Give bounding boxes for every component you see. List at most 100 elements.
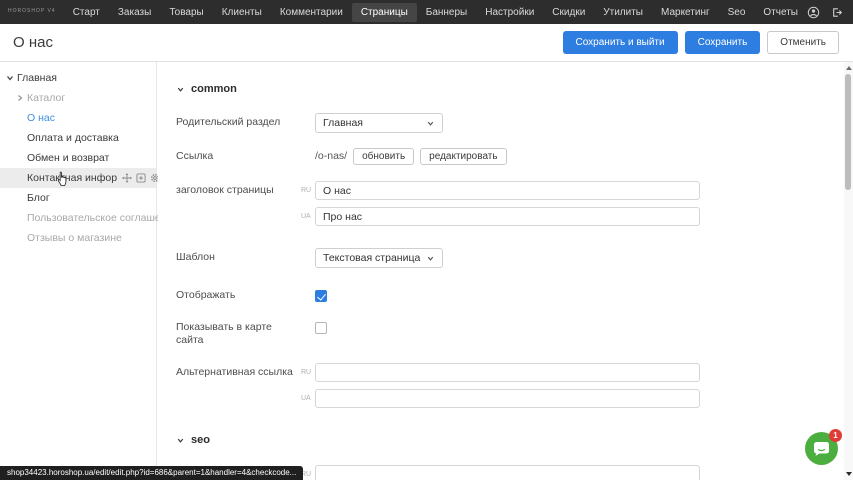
section-seo-title: seo bbox=[191, 434, 210, 446]
tree-item-label: Обмен и возврат bbox=[27, 152, 109, 164]
menu-item-utilities[interactable]: Утилиты bbox=[594, 3, 652, 22]
section-seo-header[interactable]: seo bbox=[176, 433, 844, 447]
link-value: /o-nas/ bbox=[315, 150, 347, 162]
page-title-ua-row: UA bbox=[176, 207, 844, 227]
alt-link-ua-row: UA bbox=[176, 389, 844, 409]
tree-item-label: Отзывы о магазине bbox=[27, 232, 122, 244]
alt-link-ua-input[interactable] bbox=[315, 389, 700, 408]
account-icon[interactable] bbox=[807, 6, 820, 19]
tree-item-o-nas[interactable]: О нас bbox=[0, 108, 156, 128]
move-icon[interactable] bbox=[122, 173, 132, 183]
page-title-ru-input[interactable] bbox=[315, 181, 700, 200]
template-select[interactable]: Текстовая страница bbox=[315, 248, 443, 268]
logo-version: HOROSHOP V4 bbox=[8, 9, 58, 14]
tree-item-oplata[interactable]: Оплата и доставка bbox=[0, 128, 156, 148]
parent-section-row: Родительский раздел Главная bbox=[176, 113, 844, 133]
main-menu: Старт Заказы Товары Клиенты Комментарии … bbox=[64, 3, 807, 22]
parent-section-label: Родительский раздел bbox=[176, 113, 301, 132]
link-edit-button[interactable]: редактировать bbox=[420, 148, 506, 165]
link-update-button[interactable]: обновить bbox=[353, 148, 414, 165]
menu-item-clients[interactable]: Клиенты bbox=[213, 3, 271, 22]
sitemap-label: Показывать в карте сайта bbox=[176, 321, 301, 347]
chat-widget-button[interactable]: 1 bbox=[805, 432, 838, 465]
app-window: HOROSHOP V4 shop34423.horoshop.ua Старт … bbox=[0, 0, 853, 480]
tree-item-label: Пользовательское соглашение bbox=[27, 212, 178, 224]
menu-item-products[interactable]: Товары bbox=[160, 3, 212, 22]
tree-item-otzyvy[interactable]: Отзывы о магазине bbox=[0, 228, 156, 248]
menu-item-seo[interactable]: Seo bbox=[719, 3, 755, 22]
topbar-right-icons bbox=[807, 6, 843, 19]
alt-link-label: Альтернативная ссылка bbox=[176, 363, 301, 382]
section-common-header[interactable]: common bbox=[176, 82, 844, 96]
save-button[interactable]: Сохранить bbox=[685, 31, 761, 54]
status-url: shop34423.horoshop.ua/edit/edit.php?id=6… bbox=[7, 468, 296, 477]
scroll-up-arrow[interactable] bbox=[846, 66, 852, 70]
menu-item-marketing[interactable]: Маркетинг bbox=[652, 3, 719, 22]
page-title-ua-input[interactable] bbox=[315, 207, 700, 226]
logo-shop-domain: shop34423.horoshop.ua bbox=[158, 62, 844, 82]
template-value: Текстовая страница bbox=[323, 252, 426, 264]
parent-section-value: Главная bbox=[323, 117, 426, 129]
pages-tree-sidebar: Главная Каталог О нас Оплата и доставка … bbox=[0, 62, 157, 480]
chat-bubble-icon bbox=[812, 440, 831, 457]
scrollbar-thumb[interactable] bbox=[845, 74, 851, 190]
alt-link-ru-row: Альтернативная ссылка RU bbox=[176, 363, 844, 383]
logout-icon[interactable] bbox=[830, 6, 843, 19]
menu-item-settings[interactable]: Настройки bbox=[476, 3, 543, 22]
header-actions: Сохранить и выйти Сохранить Отменить bbox=[563, 31, 840, 54]
tree-item-kontaktnaya[interactable]: Контактная инфор bbox=[0, 168, 156, 188]
sitemap-checkbox[interactable] bbox=[315, 322, 327, 334]
link-label: Ссылка bbox=[176, 147, 301, 166]
parent-section-select[interactable]: Главная bbox=[315, 113, 443, 133]
tree-item-label: Оплата и доставка bbox=[27, 132, 119, 144]
cancel-button[interactable]: Отменить bbox=[767, 31, 839, 54]
lang-ru-badge: RU bbox=[301, 181, 315, 201]
vertical-scrollbar[interactable] bbox=[844, 62, 853, 480]
chevron-right-icon[interactable] bbox=[15, 93, 25, 103]
display-label: Отображать bbox=[176, 289, 301, 302]
page-title: О нас bbox=[13, 34, 53, 51]
page-edit-form: common Родительский раздел Главная Ссылк… bbox=[158, 62, 844, 480]
menu-item-banners[interactable]: Баннеры bbox=[417, 3, 476, 22]
link-row: Ссылка /o-nas/ обновить редактировать bbox=[176, 147, 844, 166]
tree-item-label: Контактная инфор bbox=[27, 172, 117, 184]
lang-ua-badge: UA bbox=[301, 207, 315, 227]
lang-ru-badge: RU bbox=[301, 363, 315, 383]
page-title-ru-row: заголовок страницы RU bbox=[176, 181, 844, 201]
chevron-down-icon[interactable] bbox=[5, 73, 15, 83]
scroll-down-arrow[interactable] bbox=[846, 472, 852, 476]
browser-status-bar: shop34423.horoshop.ua/edit/edit.php?id=6… bbox=[0, 466, 303, 480]
save-and-exit-button[interactable]: Сохранить и выйти bbox=[563, 31, 678, 54]
sitemap-row: Показывать в карте сайта bbox=[176, 321, 844, 347]
template-label: Шаблон bbox=[176, 248, 301, 267]
menu-item-start[interactable]: Старт bbox=[64, 3, 109, 22]
tree-item-label: О нас bbox=[27, 112, 55, 124]
chevron-down-icon bbox=[176, 436, 185, 445]
display-checkbox[interactable] bbox=[315, 290, 327, 302]
tree-item-blog[interactable]: Блог bbox=[0, 188, 156, 208]
display-row: Отображать bbox=[176, 289, 844, 302]
lang-ua-badge: UA bbox=[301, 389, 315, 409]
chat-notification-badge: 1 bbox=[829, 429, 842, 442]
html-title-ru-input[interactable] bbox=[315, 465, 700, 480]
tree-item-label: Блог bbox=[27, 192, 50, 204]
chevron-down-icon bbox=[426, 254, 435, 263]
lang-ru-badge: RU bbox=[301, 465, 315, 480]
menu-item-discounts[interactable]: Скидки bbox=[543, 3, 594, 22]
menu-item-pages[interactable]: Страницы bbox=[352, 3, 417, 22]
tree-item-katalog[interactable]: Каталог bbox=[0, 88, 156, 108]
page-title-label: заголовок страницы bbox=[176, 181, 301, 200]
add-icon[interactable] bbox=[136, 173, 146, 183]
chevron-down-icon bbox=[426, 119, 435, 128]
section-common-title: common bbox=[191, 83, 237, 95]
tree-item-obmen[interactable]: Обмен и возврат bbox=[0, 148, 156, 168]
tree-item-polzovatelskoe[interactable]: Пользовательское соглашение bbox=[0, 208, 156, 228]
menu-item-reports[interactable]: Отчеты bbox=[754, 3, 807, 22]
tree-item-label: Главная bbox=[17, 72, 57, 84]
tree-item-glavnaya[interactable]: Главная bbox=[0, 68, 156, 88]
chevron-down-icon bbox=[176, 85, 185, 94]
alt-link-ru-input[interactable] bbox=[315, 363, 700, 382]
menu-item-orders[interactable]: Заказы bbox=[109, 3, 160, 22]
menu-item-comments[interactable]: Комментарии bbox=[271, 3, 352, 22]
logo[interactable]: HOROSHOP V4 shop34423.horoshop.ua bbox=[8, 9, 58, 15]
